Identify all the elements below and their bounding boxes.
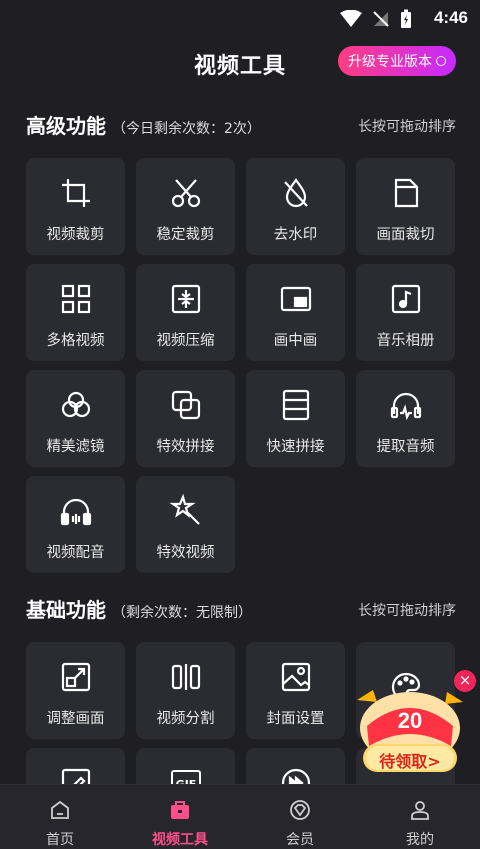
upgrade-pro-label: 升级专业版本 — [348, 54, 432, 70]
upgrade-pro-button[interactable]: 升级专业版本 — [338, 46, 456, 76]
nav-home[interactable]: 首页 — [0, 785, 120, 849]
status-icons — [340, 9, 412, 29]
page-cut-icon — [394, 178, 418, 207]
droplet-slash-icon — [283, 177, 308, 207]
tool-multi-grid-video[interactable]: 多格视频 — [26, 264, 125, 361]
crop-icon — [61, 178, 90, 207]
tool-remove-watermark[interactable]: 去水印 — [246, 158, 345, 255]
tool-effect-splice[interactable]: 特效拼接 — [136, 370, 235, 467]
layers-icon — [171, 390, 200, 419]
basic-section-title: 基础功能 （剩余次数：无限制） — [26, 594, 252, 623]
tool-cover-settings[interactable]: 封面设置 — [246, 642, 345, 739]
scissors-icon — [171, 178, 200, 207]
tool-fast-splice[interactable]: 快速拼接 — [246, 370, 345, 467]
tool-music-album[interactable]: 音乐相册 — [356, 264, 455, 361]
no-signal-icon — [373, 11, 389, 27]
advanced-sort-hint: 长按可拖动排序 — [358, 119, 456, 135]
headphones-icon — [60, 498, 91, 525]
compress-icon — [171, 284, 200, 313]
tool-video-crop[interactable]: 视频裁剪 — [26, 158, 125, 255]
pip-icon — [280, 286, 311, 311]
tool-filter[interactable]: 精美滤镜 — [26, 370, 125, 467]
user-icon — [411, 801, 429, 820]
nav-vip[interactable]: 会员 — [240, 785, 360, 849]
tool-picture-in-picture[interactable]: 画中画 — [246, 264, 345, 361]
red-packet-promo[interactable]: × 20 待领取> — [355, 670, 476, 776]
promo-amount: 20 — [397, 708, 423, 733]
tool-frame-cut[interactable]: 画面裁切 — [356, 158, 455, 255]
headphone-wave-icon — [390, 392, 421, 420]
wifi-icon — [340, 10, 362, 27]
tool-stable-crop[interactable]: 稳定裁剪 — [136, 158, 235, 255]
bottom-nav: 首页 视频工具 会员 我的 — [0, 784, 480, 849]
app-header: 视频工具 升级专业版本 — [0, 36, 480, 90]
status-bar: 4:46 — [0, 0, 480, 36]
tool-adjust-frame[interactable]: 调整画面 — [26, 642, 125, 739]
advanced-remaining: （今日剩余次数：2次） — [112, 121, 261, 137]
close-promo-button[interactable]: × — [454, 670, 476, 692]
basic-sort-hint: 长按可拖动排序 — [358, 603, 456, 619]
vip-diamond-icon — [290, 800, 310, 820]
music-album-icon — [391, 284, 420, 313]
circle-arrow-icon — [436, 56, 446, 66]
battery-icon — [401, 9, 411, 28]
nav-mine[interactable]: 我的 — [360, 785, 480, 849]
home-icon — [51, 800, 69, 819]
split-icon — [171, 663, 200, 690]
grid-icon — [61, 284, 90, 313]
tool-video-split[interactable]: 视频分割 — [136, 642, 235, 739]
tool-video-compress[interactable]: 视频压缩 — [136, 264, 235, 361]
promo-claim-button[interactable]: 待领取> — [355, 748, 465, 772]
image-icon — [281, 662, 310, 691]
filter-icon — [61, 391, 90, 417]
advanced-tools-grid: 视频裁剪 稳定裁剪 去水印 画面裁切 多格视频 视频压缩 画中画 音乐相册 精美… — [26, 158, 456, 573]
status-time: 4:46 — [433, 8, 468, 27]
tool-extract-audio[interactable]: 提取音频 — [356, 370, 455, 467]
rows-icon — [282, 389, 309, 420]
tool-video-dubbing[interactable]: 视频配音 — [26, 476, 125, 573]
basic-remaining: （剩余次数：无限制） — [112, 605, 252, 621]
advanced-section-title: 高级功能 （今日剩余次数：2次） — [26, 110, 261, 139]
magic-wand-icon — [168, 493, 200, 525]
tool-effect-video[interactable]: 特效视频 — [136, 476, 235, 573]
nav-video-tools[interactable]: 视频工具 — [120, 785, 240, 849]
advanced-title: 高级功能 — [26, 114, 106, 138]
resize-icon — [61, 662, 90, 691]
basic-title: 基础功能 — [26, 598, 106, 622]
toolbox-icon — [171, 801, 189, 819]
